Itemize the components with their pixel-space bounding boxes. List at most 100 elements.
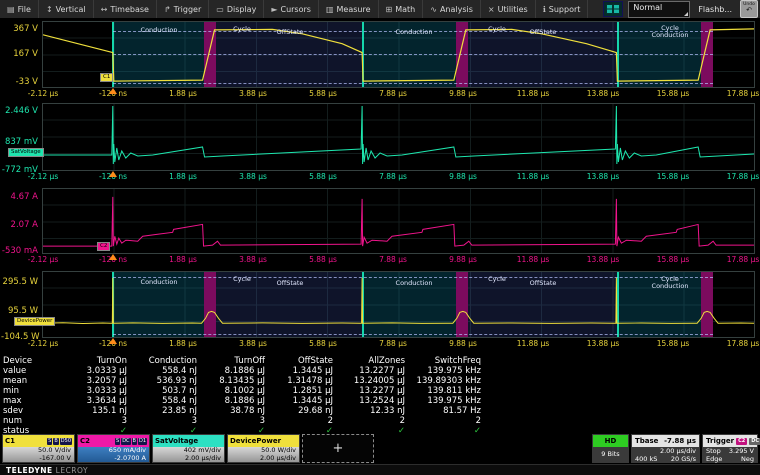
descriptor-c1[interactable]: C1 S B D50 50.0 V/div -167.00 V <box>2 434 75 463</box>
grid-c1-plot[interactable]: Conduction Cycle OffState Conduction Cyc… <box>42 21 755 88</box>
zone-label: Cycle <box>488 25 506 33</box>
math-icon: ⊞ <box>386 5 393 14</box>
table-cell: 1.2851 µJ <box>265 386 333 396</box>
trigger-label: Trigger <box>706 437 734 445</box>
timebase-box[interactable]: Tbase -7.88 µs 2.00 µs/div 400 kS 20 GS/s <box>631 434 700 463</box>
menu-math[interactable]: ⊞Math <box>379 0 424 18</box>
table-cell: 2 <box>405 416 481 426</box>
hd-label: HD <box>593 435 628 447</box>
c1-channel-badge[interactable]: C1 <box>100 73 113 82</box>
display-icon: ▭ <box>216 5 224 14</box>
c2-ylabel-top: 4.67 A <box>1 192 38 202</box>
grid-icon <box>606 4 620 14</box>
table-cell: 29.68 nJ <box>265 406 333 416</box>
measure-icon: ▥ <box>326 5 334 14</box>
cursor-icon: ► <box>271 5 277 14</box>
timebase-scale: 2.00 µs/div <box>660 447 696 455</box>
row-label: mean <box>3 376 59 386</box>
menu-vertical[interactable]: ↕Vertical <box>39 0 94 18</box>
zone-label: OffState <box>530 28 557 36</box>
logo-bar: TELEDYNE LECROY <box>0 464 760 475</box>
table-cell: 3 <box>59 416 127 426</box>
satvoltage-ylabel-mid: 837 mV <box>1 137 38 147</box>
utilities-icon: × <box>488 5 495 14</box>
c2-badge-d1: D1 <box>138 438 147 445</box>
timebase-icon: ↔ <box>101 5 108 14</box>
flashback-button[interactable]: Flashb... <box>695 5 735 14</box>
table-header: TurnOff <box>197 356 265 366</box>
zone-label: Conduction <box>141 278 178 286</box>
timebase-label: Tbase <box>635 437 658 445</box>
c1-badge-s: S <box>47 438 52 445</box>
trigger-source-badge: C2 <box>736 438 747 445</box>
menu-cursors[interactable]: ►Cursors <box>264 0 319 18</box>
menu-timebase[interactable]: ↔Timebase <box>94 0 157 18</box>
timebase-offset: -7.88 µs <box>664 437 696 445</box>
table-cell: 558.4 nJ <box>127 396 197 406</box>
c2-ylabel-mid: 2.07 A <box>1 220 38 230</box>
row-label: sdev <box>3 406 59 416</box>
trigger-coupling-badge: DC <box>749 438 760 445</box>
menu-file[interactable]: ▤File <box>0 0 39 18</box>
menu-utilities[interactable]: ×Utilities <box>481 0 536 18</box>
zone-label: Conduction <box>652 282 689 290</box>
zone-label: Conduction <box>396 28 433 36</box>
zone-label: OffState <box>530 279 557 287</box>
c1-ylabel-mid: 167 V <box>1 49 38 59</box>
satvoltage-channel-badge[interactable]: SatVoltage <box>8 148 44 157</box>
timebase-samples: 400 kS <box>635 455 657 463</box>
undo-button[interactable]: Undo ↶ <box>740 0 758 18</box>
trigger-position-marker[interactable] <box>109 254 117 260</box>
menu-support[interactable]: ℹSupport <box>536 0 589 18</box>
trigger-position-marker[interactable] <box>109 338 117 344</box>
table-cell: 3.2057 µJ <box>59 376 127 386</box>
row-label: max <box>3 396 59 406</box>
hd-bits: 9 Bits <box>593 447 628 462</box>
c2-badge-dc: DC <box>121 438 130 445</box>
undo-icon: ↶ <box>741 7 757 13</box>
hd-mode-box[interactable]: HD 9 Bits <box>592 434 629 463</box>
trigger-position-marker[interactable] <box>109 88 117 94</box>
menu-analysis[interactable]: ∿Analysis <box>423 0 481 18</box>
menu-measure[interactable]: ▥Measure <box>319 0 379 18</box>
trigger-position-marker[interactable] <box>109 171 117 177</box>
zone-label: Conduction <box>652 31 689 39</box>
table-cell: 139.811 kHz <box>405 386 481 396</box>
menu-display[interactable]: ▭Display <box>209 0 264 18</box>
table-header: TurnOn <box>59 356 127 366</box>
vertical-icon: ↕ <box>46 5 53 14</box>
descriptor-c2[interactable]: C2 S DC B D1 650 mA/div -2.0700 A <box>77 434 150 463</box>
c2-badge-b: B <box>132 438 137 445</box>
c1-time-axis: -2.12 µs -120 ns 1.88 µs 3.88 µs 5.88 µs… <box>0 88 760 99</box>
c1-ylabel-top: 367 V <box>1 24 38 34</box>
zone-label: Cycle <box>488 275 506 283</box>
measurement-table: Device TurnOn Conduction TurnOff OffStat… <box>3 356 481 436</box>
grid-mode-select[interactable]: Normal <box>628 1 690 18</box>
file-icon: ▤ <box>7 5 15 14</box>
grid-satvoltage-plot[interactable] <box>42 103 755 171</box>
c2-waveform <box>43 189 754 253</box>
trigger-slope: Neg <box>741 455 754 463</box>
devicepower-channel-badge[interactable]: DevicePower <box>14 317 55 326</box>
analysis-icon: ∿ <box>430 5 437 14</box>
menu-trigger[interactable]: ↱Trigger <box>157 0 209 18</box>
trigger-box[interactable]: Trigger C2 DC Stop3.295 V EdgeNeg <box>702 434 758 463</box>
c2-channel-badge[interactable]: C2 <box>97 242 110 251</box>
add-trace-button[interactable]: + <box>302 434 374 463</box>
c1-badge-d50: D50 <box>60 438 72 445</box>
table-cell: 3 <box>127 416 197 426</box>
table-cell: 1.3445 µJ <box>265 396 333 406</box>
timebase-rate: 20 GS/s <box>671 455 696 463</box>
teledyne-logo: TELEDYNE <box>6 466 53 475</box>
zone-label: Cycle <box>233 25 251 33</box>
c1-badge-b: B <box>53 438 58 445</box>
descriptor-devicepower[interactable]: DevicePower 50.0 W/div 2.00 µs/div <box>227 434 300 463</box>
support-icon: ℹ <box>543 5 546 14</box>
grid-c2-plot[interactable] <box>42 188 755 254</box>
row-label: value <box>3 366 59 376</box>
grid-devicepower-plot[interactable]: Conduction Cycle OffState Conduction Cyc… <box>42 271 755 338</box>
table-header: Conduction <box>127 356 197 366</box>
grid-layout-button[interactable] <box>603 1 623 17</box>
descriptor-satvoltage[interactable]: SatVoltage 402 mV/div 2.00 µs/div <box>152 434 225 463</box>
zone-label: Conduction <box>396 279 433 287</box>
